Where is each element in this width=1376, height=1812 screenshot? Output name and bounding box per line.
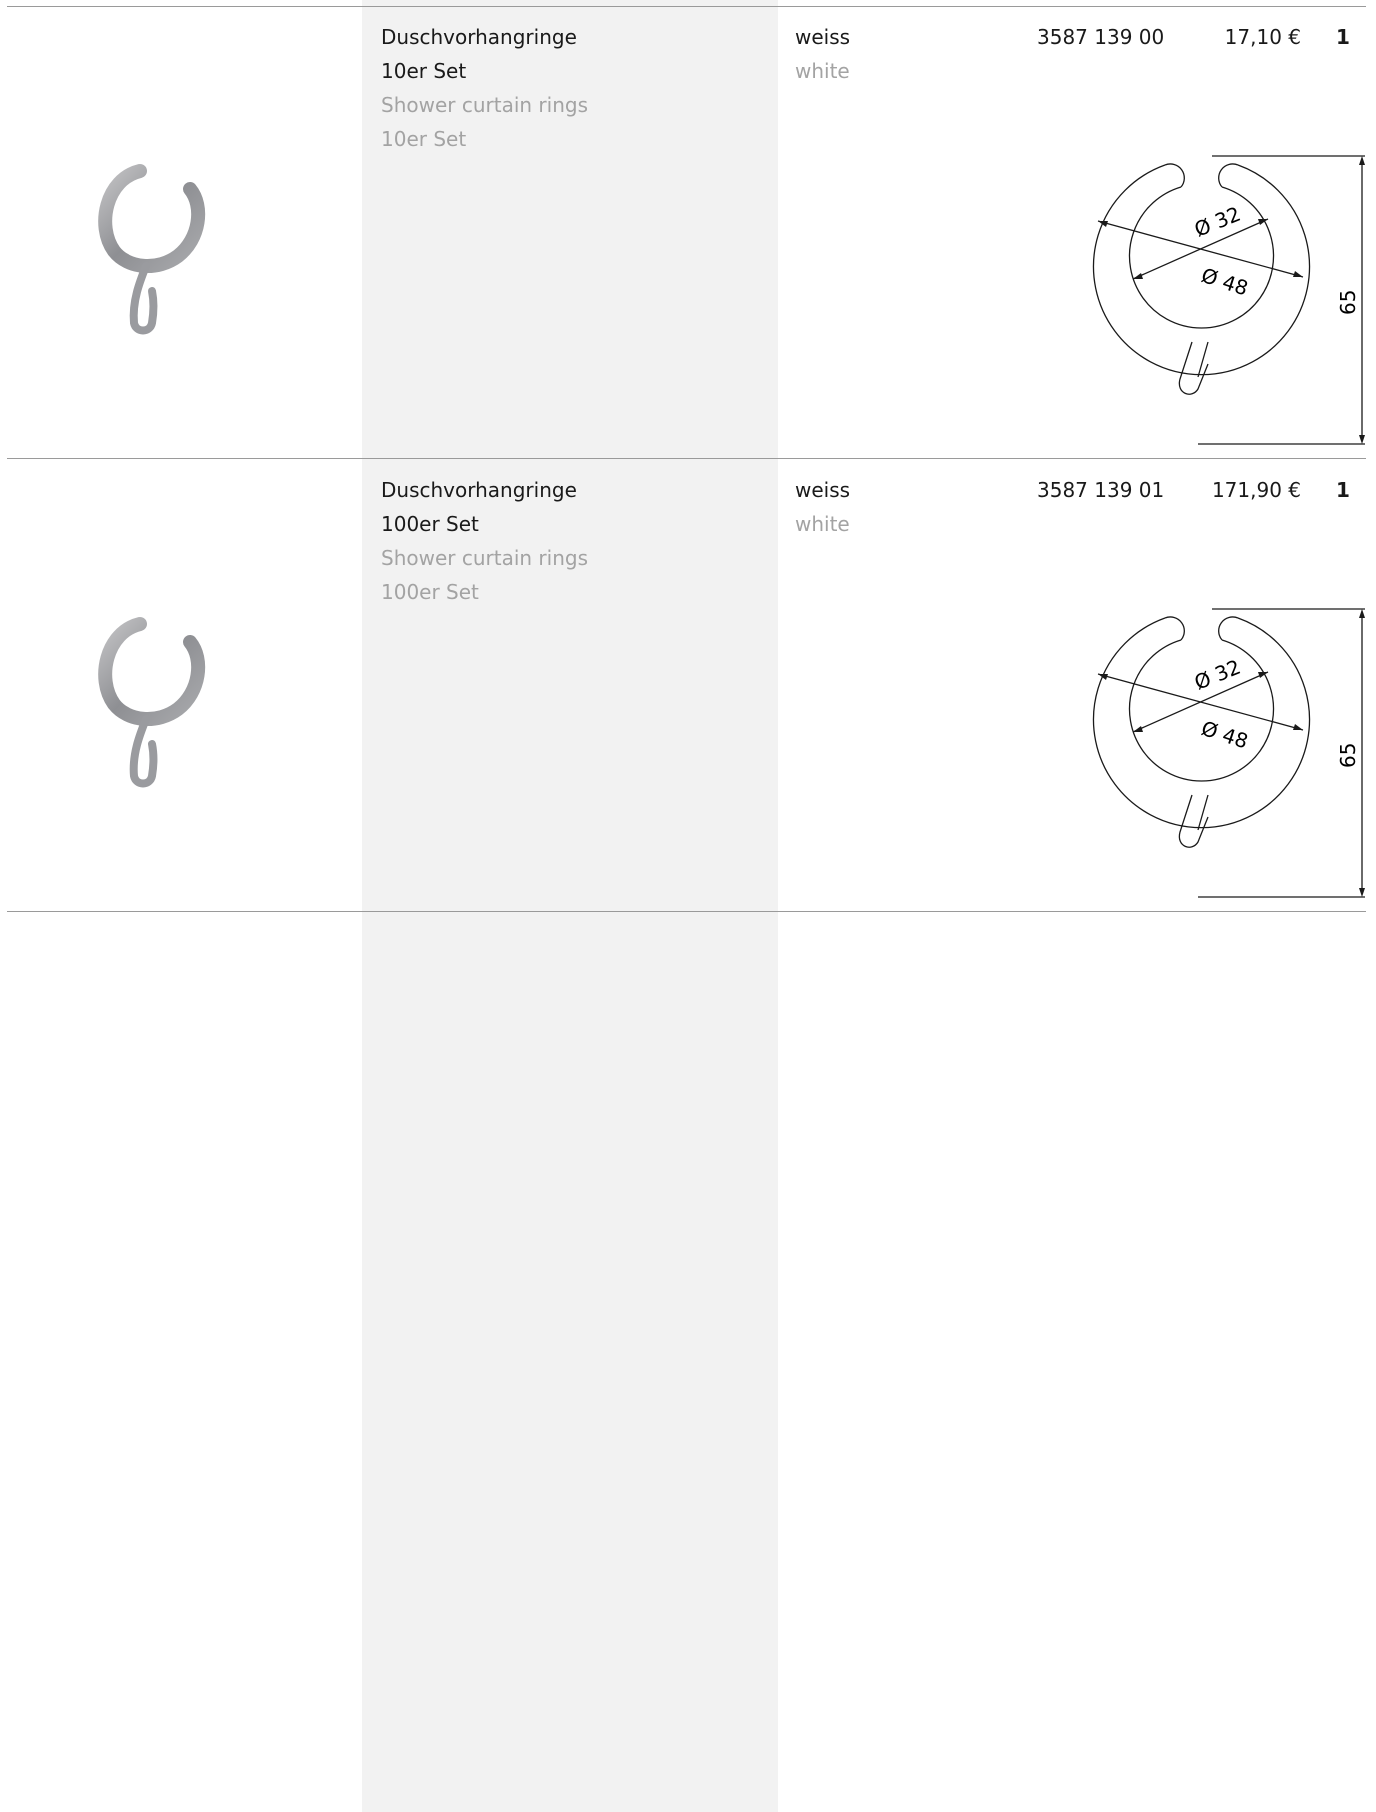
product-set-en: 100er Set — [381, 580, 479, 604]
color-en: white — [795, 59, 850, 83]
height-dimension-label: 65 — [1336, 743, 1360, 768]
quantity: 1 — [1336, 478, 1350, 502]
product-name-en: Shower curtain rings — [381, 93, 589, 117]
ring-product-photo — [98, 164, 206, 335]
product-set-de: 10er Set — [381, 59, 467, 83]
article-number: 3587 139 00 — [1037, 25, 1165, 49]
ring-product-photo — [98, 617, 206, 788]
product-row: Duschvorhangringe 10er Set Shower curtai… — [0, 6, 1376, 461]
outer-diameter-label: Ø 48 — [1198, 716, 1251, 754]
color-de: weiss — [795, 478, 851, 502]
price: 17,10 € — [1224, 25, 1301, 49]
product-name: Duschvorhangringe 100er Set Shower curta… — [381, 473, 588, 609]
price: 171,90 € — [1211, 478, 1301, 502]
inner-diameter-label: Ø 32 — [1191, 202, 1244, 242]
product-color: weiss white — [795, 20, 850, 88]
product-name-de: Duschvorhangringe — [381, 478, 577, 502]
ring-technical-drawing: Ø 32 Ø 48 65 — [1092, 155, 1365, 445]
product-name-en: Shower curtain rings — [381, 546, 589, 570]
product-name: Duschvorhangringe 10er Set Shower curtai… — [381, 20, 588, 156]
outer-diameter-label: Ø 48 — [1198, 263, 1251, 301]
product-name-de: Duschvorhangringe — [381, 25, 577, 49]
ring-technical-drawing: Ø 32 Ø 48 65 — [1092, 608, 1365, 898]
product-set-en: 10er Set — [381, 127, 467, 151]
quantity: 1 — [1336, 25, 1350, 49]
product-color: weiss white — [795, 473, 850, 541]
article-number: 3587 139 01 — [1037, 478, 1165, 502]
inner-diameter-label: Ø 32 — [1191, 655, 1244, 695]
color-en: white — [795, 512, 850, 536]
height-dimension-label: 65 — [1336, 290, 1360, 315]
product-row: Duschvorhangringe 100er Set Shower curta… — [0, 459, 1376, 914]
color-de: weiss — [795, 25, 851, 49]
product-set-de: 100er Set — [381, 512, 479, 536]
